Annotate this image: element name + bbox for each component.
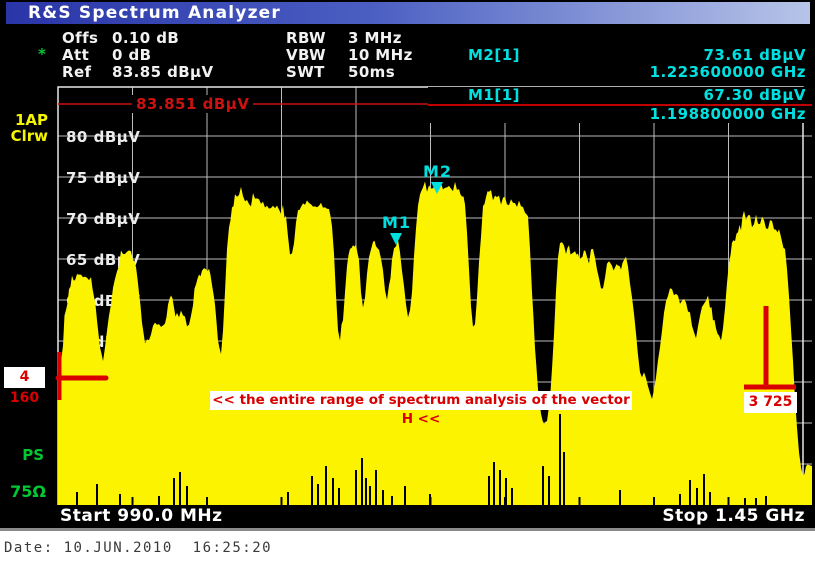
trace-minimum-spike <box>391 496 393 505</box>
trace-minimum-spike <box>76 492 78 505</box>
trace-minimum-spike <box>158 496 160 505</box>
marker-m1-level: 67.30 dBµV <box>704 87 807 104</box>
spectrum-plot: 80 dBµV 75 dBµV 70 dBµV 65 dBµV 60 dBµV … <box>0 0 815 528</box>
marker-m1-freq: 1.198800000 GHz <box>650 106 806 123</box>
y-tick-label: 80 dBµV <box>66 128 140 146</box>
x-axis-tick <box>355 497 357 505</box>
trace-minimum-spike <box>548 476 550 505</box>
trace-minimum-spike <box>696 488 698 505</box>
trace-minimum-spike <box>382 490 384 505</box>
trace-minimum-spike <box>563 452 565 505</box>
spectrum-trace <box>58 181 812 505</box>
trace-minimum-spike <box>499 470 501 505</box>
trace-minimum-spike <box>311 476 313 505</box>
trace-minimum-spike <box>709 492 711 505</box>
start-frequency-label: Start 990.0 MHz <box>60 505 223 528</box>
right-range-value-badge: 3 725 <box>744 392 797 413</box>
date-status-line: Date: 10.JUN.2010 16:25:20 <box>4 540 272 556</box>
trace-minimum-spike <box>689 480 691 505</box>
trace-minimum-spike <box>369 486 371 505</box>
trace-minimum-spike <box>287 492 289 505</box>
spectrum-analyzer-screenshot: R&S Spectrum Analyzer Offs 0.10 dB * Att… <box>0 0 815 580</box>
trace-minimum-spike <box>96 484 98 505</box>
trace-minimum-spike <box>619 490 621 505</box>
trace-minimum-spike <box>404 486 406 505</box>
trace-minimum-spike <box>173 478 175 505</box>
marker-m1-triangle-icon <box>390 233 402 245</box>
range-note-annotation: << the entire range of spectrum analysis… <box>210 391 632 410</box>
trace-layer <box>58 181 812 505</box>
trace-minimum-spike <box>332 478 334 505</box>
trace-minimum-spike <box>703 474 705 505</box>
trace-minimum-spike <box>365 478 367 505</box>
trace-minimum-spike <box>744 498 746 505</box>
trace-minimum-spike <box>119 494 121 505</box>
trace-minimum-spike <box>542 466 544 505</box>
trace-minimum-spike <box>559 414 561 505</box>
marker-m1-readout: M1[1] 67.30 dBµV 1.198800000 GHz <box>428 87 812 123</box>
frequency-axis-bar: Start 990.0 MHz Stop 1.45 GHz <box>0 505 815 528</box>
trace-minimum-spike <box>338 488 340 505</box>
trace-minimum-spike <box>186 486 188 505</box>
trace-minimum-spike <box>488 476 490 505</box>
y-tick-label: 75 dBµV <box>66 169 140 187</box>
trace-minimum-spike <box>375 470 377 505</box>
y-tick-label: 70 dBµV <box>66 210 140 228</box>
trace-minimum-spike <box>493 462 495 505</box>
trace-minimum-spike <box>361 458 363 505</box>
trace-minimum-spike <box>765 496 767 505</box>
x-axis-tick <box>132 497 134 505</box>
trace-minimum-spike <box>511 488 513 505</box>
x-axis-tick <box>281 497 283 505</box>
reference-level-label: 83.851 dBµV <box>132 95 253 113</box>
stop-frequency-label: Stop 1.45 GHz <box>662 505 805 528</box>
x-axis-tick <box>504 497 506 505</box>
marker-m1-flag-label: M1 <box>382 213 411 232</box>
x-axis-tick <box>206 497 208 505</box>
x-axis-tick <box>653 497 655 505</box>
marker-m1-name: M1[1] <box>468 87 520 104</box>
trace-minimum-spike <box>179 472 181 505</box>
x-axis-tick <box>430 497 432 505</box>
screen-bezel-edge <box>0 528 815 531</box>
x-axis-tick <box>579 497 581 505</box>
trace-minimum-spike <box>325 466 327 505</box>
x-axis-tick <box>728 497 730 505</box>
marker-m2-flag-label: M2 <box>423 162 452 181</box>
trace-minimum-spike <box>679 494 681 505</box>
analyzer-screen: R&S Spectrum Analyzer Offs 0.10 dB * Att… <box>0 0 815 528</box>
trace-minimum-spike <box>755 498 757 505</box>
trace-minimum-spike <box>317 484 319 505</box>
left-range-value-badge: 4 160 <box>4 367 45 388</box>
